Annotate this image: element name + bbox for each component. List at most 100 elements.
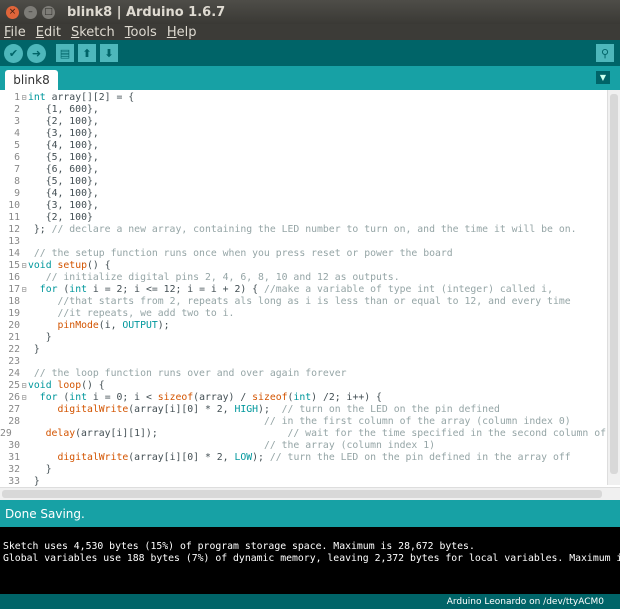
code-line[interactable]: 27 digitalWrite(array[i][0] * 2, HIGH); … bbox=[0, 404, 606, 416]
code-line[interactable]: 17 ⊟ for (int i = 2; i <= 12; i = i + 2) … bbox=[0, 284, 606, 296]
save-sketch-button[interactable]: ⬇ bbox=[100, 44, 118, 62]
serial-monitor-button[interactable]: ⚲ bbox=[596, 44, 614, 62]
menu-sketch[interactable]: Sketch bbox=[71, 25, 115, 40]
code-editor[interactable]: 1 ⊟ int array[][2] = {2 {1, 600}, 3 {2, 100… bbox=[0, 90, 620, 500]
maximize-icon: □ bbox=[44, 6, 53, 17]
menu-help[interactable]: Help bbox=[167, 25, 197, 40]
upload-button[interactable]: ➜ bbox=[27, 43, 46, 63]
fold-icon[interactable]: ⊟ bbox=[20, 392, 28, 404]
code-token: } bbox=[28, 332, 52, 343]
new-sketch-button[interactable]: ▤ bbox=[56, 44, 74, 62]
code-token: ); bbox=[252, 452, 270, 463]
code-line[interactable]: 1 ⊟ int array[][2] = { bbox=[0, 92, 606, 104]
code-token: {6, 600}, bbox=[28, 164, 99, 175]
fold-icon[interactable]: ⊟ bbox=[20, 284, 28, 296]
vertical-scrollbar[interactable] bbox=[607, 90, 620, 485]
verify-button[interactable]: ✔ bbox=[4, 43, 23, 63]
code-line[interactable]: 11 {2, 100} bbox=[0, 212, 606, 224]
code-line[interactable]: 21 } bbox=[0, 332, 606, 344]
code-text: void setup() { bbox=[28, 260, 111, 272]
code-token: pinMode bbox=[57, 320, 99, 331]
code-token: LOW bbox=[234, 452, 253, 463]
arrow-right-icon: ➜ bbox=[31, 46, 42, 60]
code-line[interactable]: 24 // the loop function runs over and ov… bbox=[0, 368, 606, 380]
code-text: }; // declare a new array, containing th… bbox=[28, 224, 577, 236]
open-sketch-button[interactable]: ⬆ bbox=[78, 44, 96, 62]
code-token: // turn on the LED on the pin defined bbox=[281, 404, 500, 415]
code-line[interactable]: 12 }; // declare a new array, containing… bbox=[0, 224, 606, 236]
menu-edit[interactable]: Edit bbox=[36, 25, 61, 40]
menu-file[interactable]: File bbox=[4, 25, 26, 40]
code-line[interactable]: 2 {1, 600}, bbox=[0, 104, 606, 116]
line-number: 28 bbox=[8, 416, 20, 427]
line-number: 9 bbox=[14, 188, 20, 199]
code-line[interactable]: 7 {6, 600}, bbox=[0, 164, 606, 176]
menu-mnemonic: S bbox=[70, 24, 80, 40]
code-line[interactable]: 16 // initialize digital pins 2, 4, 6, 8… bbox=[0, 272, 606, 284]
tab-menu-button[interactable]: ▼ bbox=[596, 71, 610, 84]
code-token: digitalWrite bbox=[57, 404, 129, 415]
code-line[interactable]: 31 digitalWrite(array[i][0] * 2, LOW); /… bbox=[0, 452, 606, 464]
code-token: () { bbox=[87, 260, 111, 271]
code-token: {4, 100}, bbox=[28, 140, 99, 151]
code-line[interactable]: 18 //that starts from 2, repeats als lon… bbox=[0, 296, 606, 308]
code-token: // turn the LED on the pin defined in th… bbox=[269, 452, 571, 463]
code-line[interactable]: 14 // the setup function runs once when … bbox=[0, 248, 606, 260]
fold-gutter bbox=[20, 224, 28, 236]
fold-gutter bbox=[20, 416, 28, 428]
code-line[interactable]: 19 //it repeats, we add two to i. bbox=[0, 308, 606, 320]
code-line[interactable]: 8 {5, 100}, bbox=[0, 176, 606, 188]
code-token: array[][2] = { bbox=[45, 92, 135, 103]
footer-bar: Arduino Leonardo on /dev/ttyACM0 bbox=[0, 594, 620, 609]
code-line[interactable]: 23 bbox=[0, 356, 606, 368]
code-line[interactable]: 25 ⊟ void loop() { bbox=[0, 380, 606, 392]
code-token: (array) / bbox=[193, 392, 253, 403]
code-line[interactable]: 26 ⊟ for (int i = 0; i < sizeof(array) / … bbox=[0, 392, 606, 404]
code-text: //it repeats, we add two to i. bbox=[28, 308, 235, 320]
code-line[interactable]: 10 {3, 100}, bbox=[0, 200, 606, 212]
code-line[interactable]: 33 } bbox=[0, 476, 606, 487]
code-line[interactable]: 6 {5, 100}, bbox=[0, 152, 606, 164]
code-line[interactable]: 5 {4, 100}, bbox=[0, 140, 606, 152]
tab-blink8[interactable]: blink8 bbox=[5, 70, 58, 90]
vertical-scroll-thumb[interactable] bbox=[610, 94, 618, 474]
fold-gutter bbox=[20, 356, 28, 368]
status-bar: Done Saving. bbox=[0, 500, 620, 527]
code-line[interactable]: 13 bbox=[0, 236, 606, 248]
code-token: ) /2; i++) { bbox=[311, 392, 382, 403]
fold-icon[interactable]: ⊟ bbox=[20, 260, 28, 272]
code-line[interactable]: 3 {2, 100}, bbox=[0, 116, 606, 128]
menu-tools[interactable]: Tools bbox=[125, 25, 157, 40]
code-line[interactable]: 28 // in the first column of the array (… bbox=[0, 416, 606, 428]
code-line[interactable]: 30 // the array (column index 1) bbox=[0, 440, 606, 452]
close-window-button[interactable]: × bbox=[6, 5, 19, 19]
line-number: 6 bbox=[14, 152, 20, 163]
minimize-window-button[interactable]: – bbox=[24, 5, 37, 19]
maximize-window-button[interactable]: □ bbox=[42, 5, 55, 19]
line-number: 2 bbox=[14, 104, 20, 115]
code-line[interactable]: 29 delay(array[i][1]); // wait for the t… bbox=[0, 428, 606, 440]
fold-icon[interactable]: ⊟ bbox=[20, 92, 28, 104]
code-token: {5, 100}, bbox=[28, 152, 99, 163]
code-text: void loop() { bbox=[28, 380, 105, 392]
code-text: //that starts from 2, repeats als long a… bbox=[28, 296, 571, 308]
code-line[interactable]: 15 ⊟ void setup() { bbox=[0, 260, 606, 272]
code-line[interactable]: 9 {4, 100}, bbox=[0, 188, 606, 200]
code-token: // the loop function runs over and over … bbox=[33, 368, 347, 379]
code-line[interactable]: 4 {3, 100}, bbox=[0, 128, 606, 140]
code-line[interactable]: 32 } bbox=[0, 464, 606, 476]
menu-label: dit bbox=[44, 24, 61, 40]
code-line[interactable]: 20 pinMode(i, OUTPUT); bbox=[0, 320, 606, 332]
code-area[interactable]: 1 ⊟ int array[][2] = {2 {1, 600}, 3 {2, 100… bbox=[0, 92, 606, 487]
code-text: for (int i = 0; i < sizeof(array) / size… bbox=[28, 392, 382, 404]
code-line[interactable]: 22 } bbox=[0, 344, 606, 356]
code-token: sizeof bbox=[252, 392, 288, 403]
fold-icon[interactable]: ⊟ bbox=[20, 380, 28, 392]
line-number: 29 bbox=[0, 428, 12, 439]
horizontal-scroll-thumb[interactable] bbox=[2, 490, 602, 498]
console-line: Global variables use 188 bytes (7%) of d… bbox=[3, 553, 620, 564]
horizontal-scrollbar[interactable] bbox=[0, 487, 620, 500]
